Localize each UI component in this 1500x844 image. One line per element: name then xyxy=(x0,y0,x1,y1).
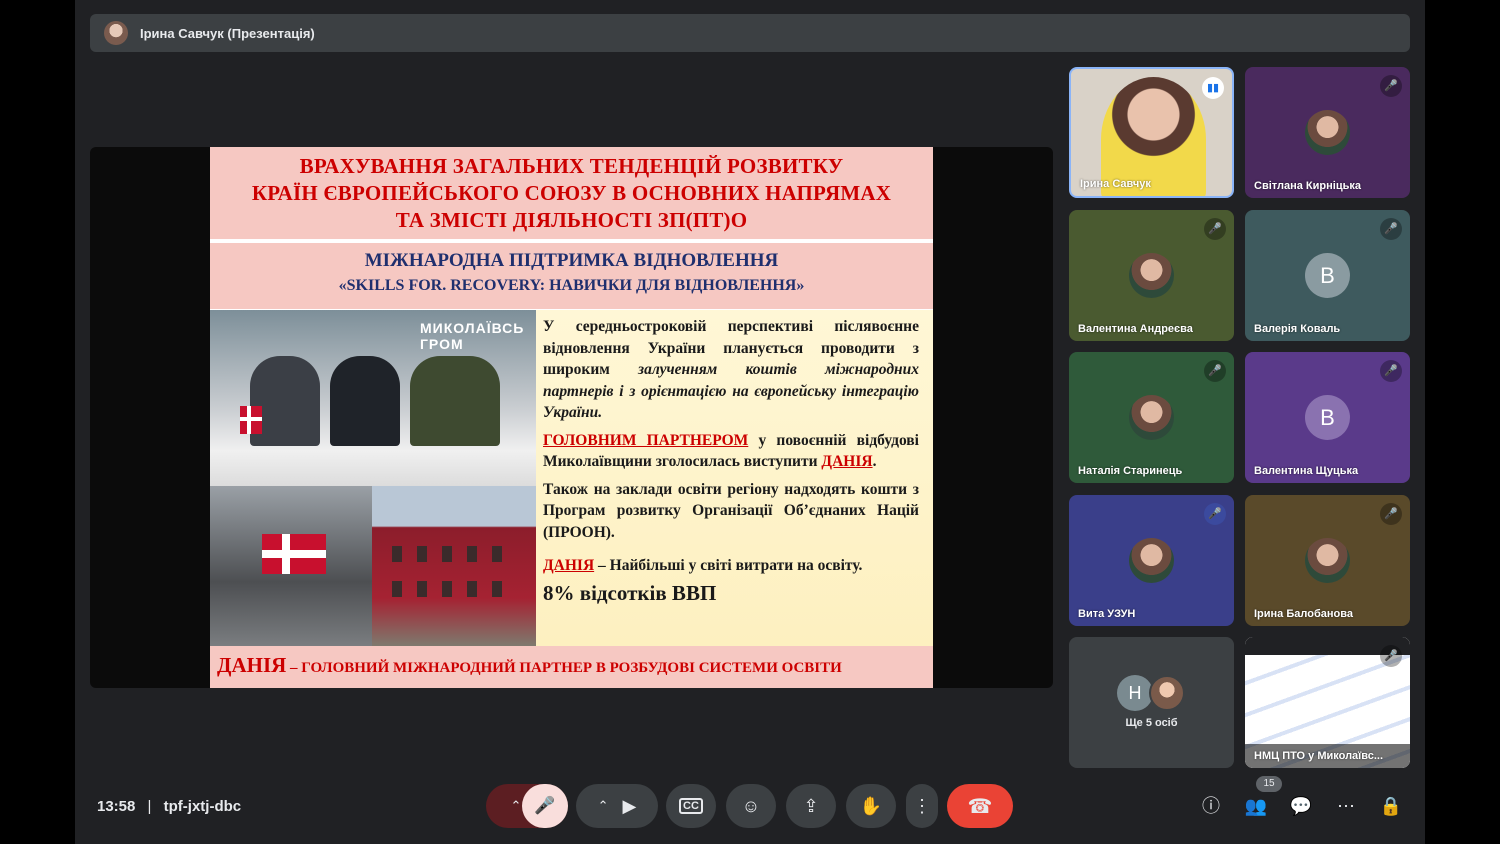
danish-flag-icon xyxy=(240,406,262,434)
danish-flag-icon xyxy=(262,534,326,574)
captions-button[interactable]: CC xyxy=(666,784,716,828)
avatar: Н xyxy=(1117,675,1153,711)
participant-tile-3[interactable]: 🎤 Валентина Андреєва xyxy=(1069,210,1234,341)
reactions-button[interactable]: ☺ xyxy=(726,784,776,828)
separator: | xyxy=(147,798,152,815)
avatar xyxy=(1129,538,1174,583)
participant-name: Вита УЗУН xyxy=(1078,608,1136,620)
slide-title-line-3: ТА ЗМІСТІ ДІЯЛЬНОСТІ ЗП(ПТ)О xyxy=(395,208,748,232)
people-count-badge: 15 xyxy=(1256,776,1282,792)
chevron-up-icon[interactable]: ⌃ xyxy=(511,798,522,814)
paragraph-partner: ГОЛОВНИМ ПАРТНЕРОМ у повоєнній відбудові… xyxy=(543,431,919,471)
photo-students xyxy=(210,486,372,646)
participant-tile-8[interactable]: 🎤 Ірина Балобанова xyxy=(1245,495,1410,626)
gdp-percent: 8% відсотків ВВП xyxy=(543,580,717,605)
avatar xyxy=(1305,110,1350,155)
participant-tile-5[interactable]: 🎤 Наталія Старинець xyxy=(1069,352,1234,483)
participant-name: Світлана Кирніцька xyxy=(1254,180,1361,192)
slide-title: ВРАХУВАННЯ ЗАГАЛЬНИХ ТЕНДЕНЦІЙ РОЗВИТКУ … xyxy=(210,147,933,241)
mic-off-icon: 🎤 xyxy=(534,796,556,815)
mic-off-icon: 🎤 xyxy=(1380,360,1402,382)
participant-tile-10[interactable]: 🎤 НМЦ ПТО у Миколаївс... xyxy=(1245,637,1410,768)
avatar xyxy=(1129,395,1174,440)
avatar xyxy=(1305,538,1350,583)
slide-title-line-1: ВРАХУВАННЯ ЗАГАЛЬНИХ ТЕНДЕНЦІЙ РОЗВИТКУ xyxy=(299,154,844,178)
info-icon[interactable]: ⓘ xyxy=(1199,794,1223,818)
participant-name: Валерія Коваль xyxy=(1254,323,1341,335)
more-participants-label: Ще 5 осіб xyxy=(1125,717,1178,729)
participant-tile-2[interactable]: 🎤 Світлана Кирніцька xyxy=(1245,67,1410,198)
present-button[interactable]: ⇪ xyxy=(786,784,836,828)
participant-tile-6[interactable]: В 🎤 Валентина Щуцька xyxy=(1245,352,1410,483)
meeting-code: tpf-jxtj-dbc xyxy=(163,798,242,815)
more-participants-tile[interactable]: Н Ще 5 осіб xyxy=(1069,637,1234,768)
presenter-avatar xyxy=(104,21,128,45)
chevron-up-icon[interactable]: ⌃ xyxy=(598,798,609,814)
slide-subtitle-line-2: «SKILLS FOR. RECOVERY: НАВИЧКИ ДЛЯ ВІДНО… xyxy=(338,277,805,294)
mic-toggle-button[interactable]: 🎤 xyxy=(522,784,568,828)
mic-off-icon: 🎤 xyxy=(1380,218,1402,240)
hand-icon: ✋ xyxy=(859,795,883,816)
presentation-banner: Ірина Савчук (Презентація) xyxy=(90,14,1410,52)
captions-icon: CC xyxy=(679,798,703,814)
mic-off-icon: 🎤 xyxy=(1380,503,1402,525)
participant-name: Наталія Старинець xyxy=(1078,465,1183,477)
slide-subtitle-line-1: МІЖНАРОДНА ПІДТРИМКА ВІДНОВЛЕННЯ xyxy=(364,250,779,271)
photo-sign-text: МИКОЛАЇВСЬ ГРОМ xyxy=(420,320,525,352)
meeting-info: 13:58 | tpf-jxtj-dbc xyxy=(97,798,241,815)
more-vert-icon: ⋮ xyxy=(913,795,931,816)
slide-title-line-2: КРАЇН ЄВРОПЕЙСЬКОГО СОЮЗУ В ОСНОВНИХ НАП… xyxy=(251,181,892,205)
avatar: В xyxy=(1305,253,1350,298)
participant-name: Валентина Щуцька xyxy=(1254,465,1359,477)
presenter-title: Ірина Савчук (Презентація) xyxy=(140,25,315,41)
participant-name: Ірина Балобанова xyxy=(1254,608,1353,620)
avatar xyxy=(1129,253,1174,298)
slide-footer: ДАНІЯ – ГОЛОВНИЙ МІЖНАРОДНИЙ ПАРТНЕР В Р… xyxy=(210,646,933,688)
participant-tile-4[interactable]: В 🎤 Валерія Коваль xyxy=(1245,210,1410,341)
more-options-button[interactable]: ⋮ xyxy=(906,784,938,828)
slide-body: У середньостроковій перспективі післявоє… xyxy=(536,310,933,646)
avatar xyxy=(1149,675,1185,711)
present-screen-icon: ⇪ xyxy=(803,795,819,816)
photo-building xyxy=(372,486,536,646)
avatar: В xyxy=(1305,395,1350,440)
slide-subtitle: МІЖНАРОДНА ПІДТРИМКА ВІДНОВЛЕННЯ «SKILLS… xyxy=(210,243,933,309)
people-icon[interactable]: 👥 xyxy=(1244,794,1268,818)
clock: 13:58 xyxy=(97,798,136,815)
mic-off-icon: 🎤 xyxy=(1204,218,1226,240)
mic-off-icon: 🎤 xyxy=(1380,75,1402,97)
mic-off-icon: 🎤 xyxy=(1204,503,1226,525)
participant-name: НМЦ ПТО у Миколаївс... xyxy=(1254,750,1384,762)
participant-tile-1[interactable]: ▮▮ Ірина Савчук xyxy=(1069,67,1234,198)
speaking-icon: ▮▮ xyxy=(1202,77,1224,99)
camera-control[interactable]: ⌃ ▶ xyxy=(576,784,658,828)
mic-off-icon: 🎤 xyxy=(1204,360,1226,382)
participant-tile-7[interactable]: 🎤 Вита УЗУН xyxy=(1069,495,1234,626)
emoji-icon: ☺ xyxy=(741,795,761,816)
paragraph-recovery: У середньостроковій перспективі післявоє… xyxy=(543,318,919,421)
slide: ВРАХУВАННЯ ЗАГАЛЬНИХ ТЕНДЕНЦІЙ РОЗВИТКУ … xyxy=(210,147,933,688)
host-controls-icon[interactable]: 🔒 xyxy=(1379,794,1403,818)
activities-icon[interactable]: ⋯ xyxy=(1334,794,1358,818)
participant-name: Ірина Савчук xyxy=(1080,178,1151,190)
hangup-icon: ☎ xyxy=(967,795,993,818)
chat-icon[interactable]: 💬 xyxy=(1289,794,1313,818)
photo-meeting: МИКОЛАЇВСЬ ГРОМ xyxy=(210,310,536,486)
leave-call-button[interactable]: ☎ xyxy=(947,784,1013,828)
meet-window: Ірина Савчук (Презентація) ВРАХУВАННЯ ЗА… xyxy=(75,0,1425,844)
paragraph-spending: ДАНІЯ – Найбільші у світі витрати на осв… xyxy=(543,557,863,574)
camera-icon[interactable]: ▶ xyxy=(623,796,637,817)
raise-hand-button[interactable]: ✋ xyxy=(846,784,896,828)
presentation-stage[interactable]: ВРАХУВАННЯ ЗАГАЛЬНИХ ТЕНДЕНЦІЙ РОЗВИТКУ … xyxy=(90,147,1053,688)
paragraph-undp: Також на заклади освіти регіону надходят… xyxy=(543,480,919,541)
mic-off-icon: 🎤 xyxy=(1380,645,1402,667)
participant-name: Валентина Андреєва xyxy=(1078,323,1193,335)
